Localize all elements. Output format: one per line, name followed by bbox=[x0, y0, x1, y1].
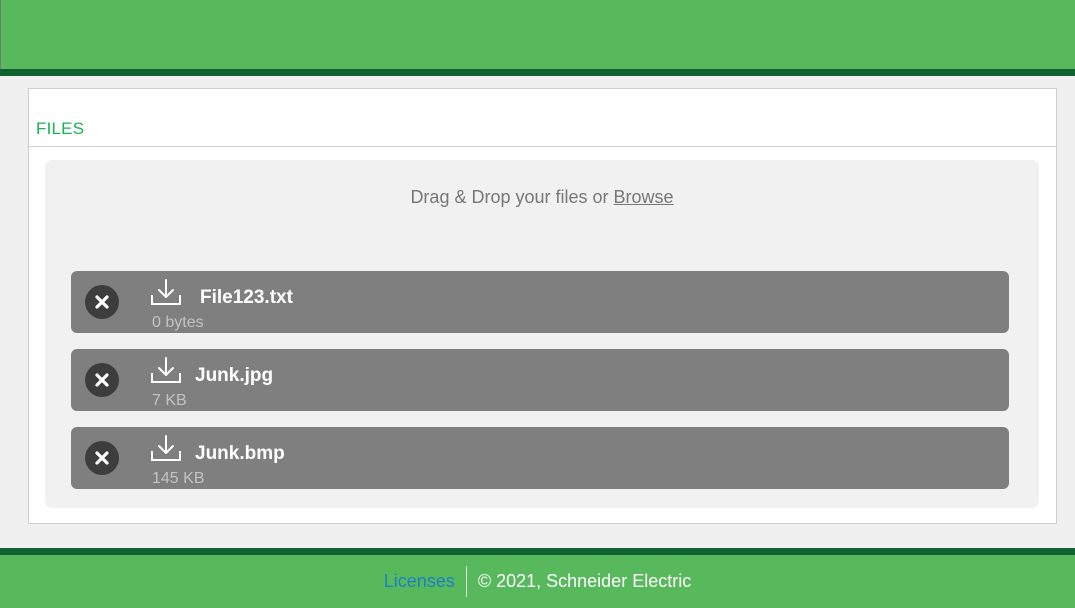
footer-divider bbox=[0, 548, 1075, 555]
close-icon bbox=[95, 451, 109, 465]
file-size: 145 KB bbox=[152, 470, 205, 487]
files-panel: FILES Drag & Drop your files or Browse F… bbox=[28, 88, 1057, 524]
download-icon[interactable] bbox=[149, 278, 183, 308]
file-item: Junk.bmp 145 KB bbox=[71, 427, 1009, 489]
file-name: Junk.bmp bbox=[195, 443, 285, 464]
footer: Licenses © 2021, Schneider Electric bbox=[0, 555, 1075, 608]
browse-link[interactable]: Browse bbox=[614, 187, 674, 207]
footer-content: Licenses © 2021, Schneider Electric bbox=[0, 555, 1075, 608]
download-icon[interactable] bbox=[149, 434, 183, 464]
download-icon[interactable] bbox=[149, 356, 183, 386]
remove-file-button[interactable] bbox=[85, 285, 119, 319]
file-item: Junk.jpg 7 KB bbox=[71, 349, 1009, 411]
file-drop-zone[interactable]: Drag & Drop your files or Browse File123… bbox=[45, 160, 1039, 508]
file-name: Junk.jpg bbox=[195, 365, 274, 386]
panel-title: FILES bbox=[36, 119, 85, 138]
header-divider bbox=[0, 69, 1075, 76]
panel-divider bbox=[29, 146, 1056, 147]
licenses-link[interactable]: Licenses bbox=[384, 571, 466, 592]
remove-file-button[interactable] bbox=[85, 363, 119, 397]
remove-file-button[interactable] bbox=[85, 441, 119, 475]
file-name: File123.txt bbox=[200, 287, 293, 308]
top-header-bar bbox=[0, 0, 1075, 69]
drop-zone-prompt: Drag & Drop your files or bbox=[410, 187, 609, 207]
file-size: 0 bytes bbox=[152, 314, 204, 331]
copyright-text: © 2021, Schneider Electric bbox=[477, 571, 692, 591]
drop-zone-instructions: Drag & Drop your files or Browse bbox=[45, 187, 1039, 208]
file-size: 7 KB bbox=[152, 392, 187, 409]
close-icon bbox=[95, 373, 109, 387]
close-icon bbox=[95, 295, 109, 309]
file-item: File123.txt 0 bytes bbox=[71, 271, 1009, 333]
